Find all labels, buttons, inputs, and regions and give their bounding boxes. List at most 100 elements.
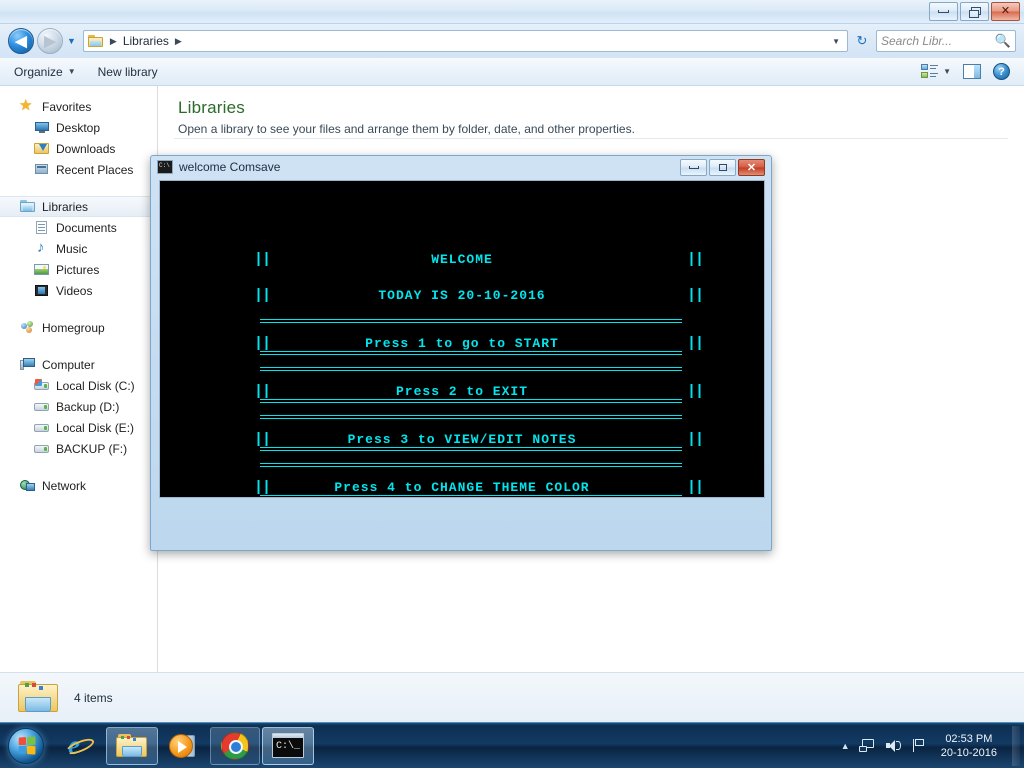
volume-icon[interactable] bbox=[885, 738, 902, 753]
help-button[interactable]: ? bbox=[993, 63, 1010, 80]
sidebar-label: Desktop bbox=[56, 120, 101, 135]
show-hidden-icons-button[interactable]: ▲ bbox=[841, 741, 850, 751]
search-placeholder: Search Libr... bbox=[881, 34, 952, 48]
sidebar-item-recent-places[interactable]: Recent Places bbox=[0, 159, 157, 180]
console-window[interactable]: welcome Comsave ✕ ||||WELCOME||||TODAY I… bbox=[150, 155, 772, 551]
sidebar-item-pictures[interactable]: Pictures bbox=[0, 259, 157, 280]
sidebar-item-network[interactable]: Network bbox=[0, 475, 157, 496]
forward-arrow-icon: ▶ bbox=[44, 33, 56, 50]
change-view-button[interactable]: ▼ bbox=[921, 64, 951, 79]
sidebar-label: Downloads bbox=[56, 141, 116, 156]
address-bar[interactable]: ▶ Libraries ▶ ▼ bbox=[82, 30, 848, 52]
sidebar-label: BACKUP (F:) bbox=[56, 441, 128, 456]
sidebar-item-homegroup[interactable]: Homegroup bbox=[0, 317, 157, 338]
pictures-icon bbox=[34, 262, 50, 277]
minimize-icon bbox=[688, 165, 699, 169]
sidebar-item-downloads[interactable]: Downloads bbox=[0, 138, 157, 159]
breadcrumb-libraries[interactable]: Libraries bbox=[123, 34, 169, 48]
sidebar-item-backup-d[interactable]: Backup (D:) bbox=[0, 396, 157, 417]
network-icon bbox=[20, 478, 36, 493]
sidebar-item-desktop[interactable]: Desktop bbox=[0, 117, 157, 138]
sidebar-item-libraries[interactable]: Libraries bbox=[0, 196, 157, 217]
back-button[interactable]: ◀ bbox=[8, 28, 34, 54]
libraries-icon bbox=[20, 199, 36, 214]
close-button[interactable]: ✕ bbox=[991, 2, 1020, 21]
console-line-option-3: Press 3 to VIEW/EDIT NOTES bbox=[347, 432, 577, 447]
header-divider bbox=[174, 138, 1008, 139]
sidebar-item-documents[interactable]: Documents bbox=[0, 217, 157, 238]
network-icon[interactable] bbox=[858, 738, 876, 753]
recent-pages-button[interactable]: ▼ bbox=[67, 36, 76, 46]
preview-pane-button[interactable] bbox=[963, 64, 981, 79]
explorer-titlebar: ✕ bbox=[0, 0, 1024, 24]
refresh-icon: ↻ bbox=[856, 33, 868, 48]
action-center-flag-icon[interactable] bbox=[911, 738, 926, 753]
organize-button[interactable]: Organize ▼ bbox=[14, 65, 76, 79]
nav-group-homegroup: Homegroup bbox=[0, 317, 157, 338]
sidebar-label: Computer bbox=[42, 357, 95, 372]
recent-places-icon bbox=[34, 162, 50, 177]
nav-group-libraries: Libraries Documents Music Pictures Video… bbox=[0, 196, 157, 301]
sidebar-item-backup-f[interactable]: BACKUP (F:) bbox=[0, 438, 157, 459]
breadcrumb-trailing-separator-icon[interactable]: ▶ bbox=[173, 36, 184, 47]
taskbar-button-windows-explorer[interactable] bbox=[106, 726, 158, 765]
sidebar-label: Recent Places bbox=[56, 162, 134, 177]
close-icon: ✕ bbox=[746, 161, 757, 174]
command-bar-right: ▼ ? bbox=[921, 63, 1010, 80]
console-rule-top bbox=[260, 367, 682, 372]
show-desktop-button[interactable] bbox=[1012, 725, 1020, 766]
sidebar-label: Music bbox=[56, 241, 88, 256]
search-input[interactable]: Search Libr... 🔍 bbox=[876, 30, 1016, 52]
chevron-down-icon: ▼ bbox=[943, 67, 951, 76]
computer-icon bbox=[20, 357, 36, 372]
drive-icon bbox=[34, 399, 50, 414]
folder-icon bbox=[115, 732, 149, 760]
console-minimize-button[interactable] bbox=[680, 158, 707, 176]
taskbar-button-command-prompt[interactable]: C:\_ bbox=[262, 726, 314, 765]
clock-time: 02:53 PM bbox=[945, 732, 993, 745]
videos-icon bbox=[34, 283, 50, 298]
sidebar-item-videos[interactable]: Videos bbox=[0, 280, 157, 301]
clock[interactable]: 02:53 PM 20-10-2016 bbox=[935, 732, 1003, 760]
nav-group-network: Network bbox=[0, 475, 157, 496]
cmd-icon bbox=[157, 160, 173, 174]
taskbar-buttons: e C:\_ bbox=[56, 726, 314, 765]
sidebar-item-computer[interactable]: Computer bbox=[0, 354, 157, 375]
windows-logo-icon bbox=[8, 727, 44, 764]
taskbar-button-windows-media-player[interactable] bbox=[160, 727, 208, 765]
downloads-icon bbox=[34, 141, 50, 156]
star-icon bbox=[19, 96, 36, 114]
taskbar-button-internet-explorer[interactable]: e bbox=[56, 727, 104, 765]
console-rule-bottom bbox=[260, 495, 682, 497]
new-library-button[interactable]: New library bbox=[98, 65, 158, 79]
search-icon: 🔍 bbox=[994, 33, 1011, 48]
console-close-button[interactable]: ✕ bbox=[738, 158, 765, 176]
console-titlebar[interactable]: welcome Comsave ✕ bbox=[155, 156, 767, 178]
refresh-button[interactable]: ↻ bbox=[851, 30, 873, 52]
console-maximize-button[interactable] bbox=[709, 158, 736, 176]
breadcrumb-separator-icon: ▶ bbox=[109, 35, 117, 46]
minimize-button[interactable] bbox=[929, 2, 958, 21]
page-subtitle: Open a library to see your files and arr… bbox=[178, 122, 635, 136]
drive-icon bbox=[34, 441, 50, 456]
console-screen[interactable]: || || WELCOME || || TODAY IS 20-10-2016 || || Pr… bbox=[159, 180, 765, 498]
homegroup-icon bbox=[20, 320, 36, 335]
sidebar-item-favorites[interactable]: Favorites bbox=[0, 96, 157, 117]
back-arrow-icon: ◀ bbox=[15, 33, 27, 50]
taskbar-button-google-chrome[interactable] bbox=[210, 726, 260, 765]
address-dropdown-icon[interactable]: ▼ bbox=[832, 37, 843, 46]
sidebar-item-local-disk-c[interactable]: Local Disk (C:) bbox=[0, 375, 157, 396]
sidebar-label: Network bbox=[42, 478, 87, 493]
console-line-option-1: Press 1 to go to START bbox=[365, 336, 559, 351]
console-rule-top bbox=[260, 463, 682, 468]
desktop-icon bbox=[34, 120, 50, 135]
maximize-button[interactable] bbox=[960, 2, 989, 21]
sidebar-item-local-disk-e[interactable]: Local Disk (E:) bbox=[0, 417, 157, 438]
sidebar-label: Documents bbox=[56, 220, 117, 235]
library-folder-icon bbox=[87, 34, 104, 48]
sidebar-label: Favorites bbox=[42, 99, 92, 114]
start-button[interactable] bbox=[0, 725, 52, 767]
sidebar-item-music[interactable]: Music bbox=[0, 238, 157, 259]
console-line-today: TODAY IS 20-10-2016 bbox=[378, 288, 546, 303]
forward-button[interactable]: ▶ bbox=[37, 28, 63, 54]
